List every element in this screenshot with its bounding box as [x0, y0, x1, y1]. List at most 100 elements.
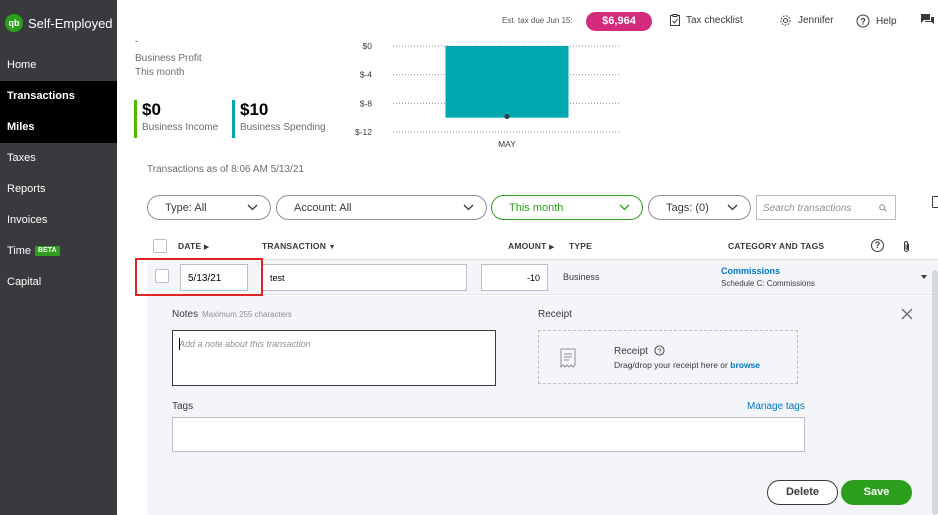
sidebar-item-label: Miles [7, 121, 35, 133]
save-button[interactable]: Save [841, 480, 912, 505]
y-tick-label: $-4 [360, 70, 373, 80]
search-placeholder: Search transactions [763, 203, 852, 214]
sort-down-icon: ▼ [328, 244, 336, 251]
tags-label: Tags [172, 401, 194, 412]
sidebar-item-time[interactable]: Time BETA [0, 236, 117, 267]
chat-icon[interactable] [920, 13, 935, 27]
transaction-header-label: TRANSACTION [262, 241, 327, 251]
type-filter[interactable]: Type: All [147, 195, 271, 220]
help-icon: ? [856, 14, 870, 28]
svg-text:?: ? [657, 348, 661, 355]
receipt-dropzone[interactable] [538, 330, 798, 384]
business-income-stat: $0 Business Income [134, 100, 218, 138]
business-income-label: Business Income [142, 122, 219, 133]
sidebar-item-label: Capital [7, 276, 42, 288]
type-filter-label: Type: All [165, 201, 207, 214]
browse-link[interactable]: browse [730, 360, 760, 370]
select-all-checkbox[interactable] [153, 239, 167, 253]
sidebar-item-miles[interactable]: Miles [0, 112, 117, 143]
tags-filter-label: Tags: (0) [666, 201, 709, 214]
table-header: DATE ▶ TRANSACTION ▼ AMOUNT ▶ TYPE CATEG… [147, 233, 938, 260]
sidebar-item-label: Reports [7, 183, 46, 195]
account-filter[interactable]: Account: All [276, 195, 487, 220]
tags-input[interactable] [172, 417, 805, 452]
tax-checklist-link[interactable]: Tax checklist [670, 14, 743, 26]
tax-due-label: Est. tax due Jun 15: [502, 16, 573, 25]
help-icon[interactable]: ? [654, 345, 665, 356]
sidebar: qb Self-Employed Home Transactions Miles… [0, 0, 117, 515]
beta-badge: BETA [35, 246, 60, 257]
tax-checklist-label: Tax checklist [686, 14, 743, 26]
amount-column-header[interactable]: AMOUNT ▶ [508, 241, 555, 251]
business-spending-value: $10 [240, 100, 269, 119]
sidebar-item-capital[interactable]: Capital [0, 267, 117, 298]
category-subtitle: Schedule C: Commissions [721, 279, 815, 288]
sidebar-item-label: Home [7, 59, 37, 71]
sidebar-item-home[interactable]: Home [0, 50, 117, 81]
y-tick-label: $-12 [355, 127, 372, 137]
help-icon[interactable]: ? [871, 239, 884, 252]
notes-title: Notes [172, 309, 199, 320]
business-income-value: $0 [142, 100, 161, 119]
period-filter[interactable]: This month [491, 195, 643, 220]
sidebar-item-reports[interactable]: Reports [0, 174, 117, 205]
period-filter-label: This month [509, 201, 564, 214]
business-profit-label: Business Profit This month [135, 52, 202, 80]
sidebar-item-label: Time [7, 245, 32, 257]
category-column-header[interactable]: CATEGORY AND TAGS [728, 241, 824, 251]
app-name: Self-Employed [28, 15, 113, 31]
business-spending-label: Business Spending [240, 122, 326, 133]
brand[interactable]: qb Self-Employed [5, 14, 113, 32]
chevron-down-icon [247, 204, 258, 211]
transaction-column-header[interactable]: TRANSACTION ▼ [262, 241, 336, 251]
type-column-header[interactable]: TYPE [569, 241, 592, 251]
chevron-down-icon [463, 204, 474, 211]
amount-field[interactable]: -10 [481, 264, 548, 291]
top-bar: Est. tax due Jun 15: $6,964 Tax checklis… [117, 0, 938, 40]
help-label: Help [876, 15, 897, 27]
export-icon[interactable] [932, 196, 938, 208]
notes-label: Notes Maximum 255 characters [172, 309, 292, 320]
close-icon[interactable] [900, 307, 914, 321]
manage-tags-link[interactable]: Manage tags [747, 401, 805, 412]
date-column-header[interactable]: DATE ▶ [178, 241, 209, 251]
quickbooks-logo-icon: qb [5, 14, 23, 32]
business-spending-stat: $10 Business Spending [232, 100, 326, 138]
notes-placeholder: Add a note about this transaction [179, 339, 311, 349]
scrollbar[interactable] [932, 270, 938, 515]
receipt-title-label: Receipt [614, 346, 648, 357]
table-row[interactable]: 5/13/21 test -10 Business Commissions Sc… [147, 260, 938, 295]
sidebar-item-transactions[interactable]: Transactions [0, 81, 117, 112]
notes-hint: Maximum 255 characters [202, 310, 292, 319]
sidebar-item-taxes[interactable]: Taxes [0, 143, 117, 174]
notes-textarea[interactable]: Add a note about this transaction [172, 330, 496, 386]
user-menu[interactable]: Jennifer [779, 14, 834, 27]
bar-marker [504, 114, 510, 120]
amount-header-label: AMOUNT [508, 241, 547, 251]
search-input[interactable]: Search transactions [756, 195, 896, 220]
y-tick-label: $-8 [360, 98, 373, 108]
spending-chart: $0 $-4 $-8 $-12 MAY [355, 41, 620, 149]
transaction-type[interactable]: Business [563, 272, 600, 282]
user-name: Jennifer [798, 15, 834, 26]
sidebar-item-invoices[interactable]: Invoices [0, 205, 117, 236]
x-tick-label: MAY [498, 139, 516, 149]
transaction-name-field[interactable]: test [262, 264, 467, 291]
category-dropdown-icon[interactable] [921, 275, 927, 279]
receipt-drop-text: Drag/drop your receipt here or browse [614, 360, 760, 370]
svg-text:?: ? [860, 17, 866, 27]
gear-icon [780, 15, 791, 26]
date-header-label: DATE [178, 241, 202, 251]
app-root: qb Self-Employed Home Transactions Miles… [0, 0, 938, 515]
tags-filter[interactable]: Tags: (0) [648, 195, 751, 220]
y-tick-label: $0 [363, 41, 373, 51]
help-button[interactable]: ? Help [856, 14, 897, 28]
account-filter-label: Account: All [294, 201, 352, 214]
delete-button[interactable]: Delete [767, 480, 838, 505]
category-link[interactable]: Commissions [721, 266, 780, 276]
chart-bar [445, 46, 569, 118]
receipt-drop-label: Drag/drop your receipt here or [614, 360, 728, 370]
tax-due-amount-badge[interactable]: $6,964 [586, 12, 652, 31]
sidebar-item-label: Transactions [7, 90, 75, 102]
chevron-down-icon [727, 204, 738, 211]
